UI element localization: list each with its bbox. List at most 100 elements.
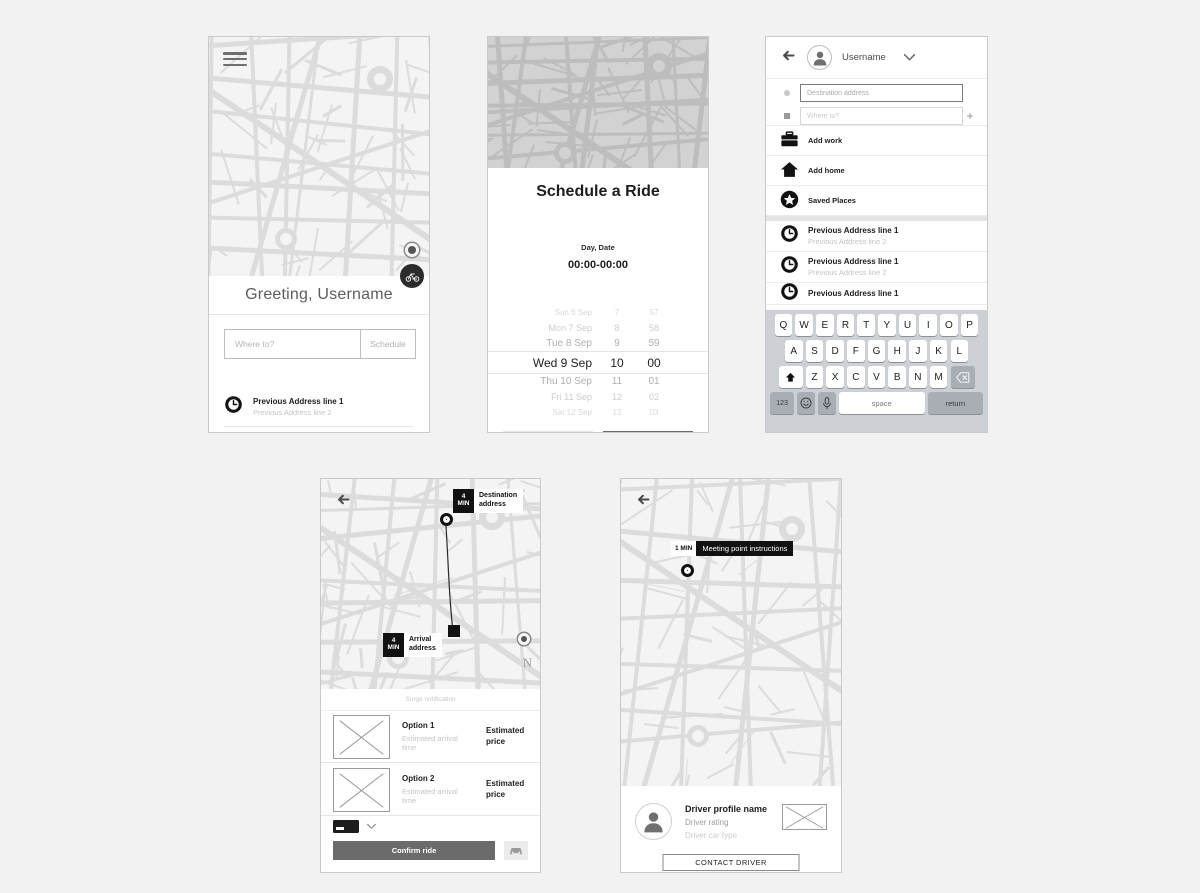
ride-option-row[interactable]: Option 1 Estimated arrival time Estimate… bbox=[321, 711, 540, 763]
space-key[interactable]: space bbox=[838, 392, 925, 414]
back-arrow-icon[interactable] bbox=[780, 48, 797, 68]
map-header-image bbox=[488, 37, 708, 168]
backspace-icon[interactable] bbox=[950, 366, 975, 388]
on-screen-keyboard[interactable]: Q W E R T Y U I O P A S D F G H J K L Z … bbox=[766, 310, 987, 432]
key-u[interactable]: U bbox=[898, 314, 917, 336]
hamburger-menu-icon[interactable] bbox=[223, 49, 247, 69]
list-item[interactable]: Previous Address line 1 Previous Address… bbox=[224, 387, 414, 427]
locate-me-icon[interactable] bbox=[516, 631, 531, 646]
keyboard-row-1: Q W E R T Y U I O P bbox=[766, 314, 987, 336]
list-item[interactable]: Previous Address line 1 bbox=[766, 283, 987, 305]
key-h[interactable]: H bbox=[888, 340, 906, 362]
datetime-picker[interactable]: Sun 6 Sep 7 57 Mon 7 Sep 8 58 Tue 8 Sep … bbox=[488, 305, 708, 417]
vehicle-placeholder-image bbox=[333, 714, 390, 759]
key-f[interactable]: F bbox=[847, 340, 865, 362]
picker-row[interactable]: Tue 8 Sep 9 59 bbox=[488, 336, 708, 351]
picker-hour: 12 bbox=[611, 392, 622, 403]
user-avatar-icon[interactable] bbox=[807, 45, 832, 70]
key-i[interactable]: I bbox=[919, 314, 937, 336]
key-a[interactable]: A bbox=[785, 340, 803, 362]
list-item[interactable]: Previous Address line 1 Previous Address… bbox=[766, 252, 987, 283]
option-subtitle: Estimated arrival time bbox=[402, 734, 458, 752]
return-key[interactable]: return bbox=[927, 392, 983, 414]
key-t[interactable]: T bbox=[857, 314, 875, 336]
cancel-button[interactable]: CANCEL bbox=[503, 431, 593, 432]
ride-option-row[interactable]: Option 2 Estimated arrival time Estimate… bbox=[321, 764, 540, 816]
destination-marker[interactable]: 4 MIN Destination address bbox=[453, 489, 524, 513]
circle-pin-icon[interactable] bbox=[681, 564, 694, 577]
address-inputs: Destination address + Where to? + bbox=[766, 79, 987, 126]
chevron-down-icon[interactable] bbox=[366, 817, 377, 835]
contact-driver-button[interactable]: CONTACT DRIVER bbox=[662, 854, 800, 871]
marker-label-line-2: address bbox=[409, 644, 436, 652]
key-r[interactable]: R bbox=[836, 314, 855, 336]
key-e[interactable]: E bbox=[816, 314, 834, 336]
key-g[interactable]: G bbox=[867, 340, 886, 362]
circle-pin-icon[interactable] bbox=[440, 513, 453, 526]
route-map[interactable]: 4 MIN Destination address 4 MIN Arrival … bbox=[321, 479, 540, 689]
picker-row[interactable]: Fri 11 Sep 12 02 bbox=[488, 390, 708, 405]
key-s[interactable]: S bbox=[805, 340, 824, 362]
shift-up-arrow-icon[interactable] bbox=[778, 366, 803, 388]
menu-item-add-home[interactable]: Add home bbox=[766, 156, 987, 186]
list-item[interactable]: Previous Address line 1 Previous Address… bbox=[224, 427, 414, 432]
whereto-input-row[interactable]: Where to? + bbox=[784, 107, 977, 125]
search-input[interactable]: Where to? bbox=[225, 330, 360, 358]
driver-info-card: Driver profile name Driver rating Driver… bbox=[621, 786, 841, 872]
schedule-button[interactable]: Schedule bbox=[360, 330, 415, 358]
key-p[interactable]: P bbox=[960, 314, 979, 336]
map-canvas[interactable] bbox=[209, 37, 429, 276]
key-o[interactable]: O bbox=[940, 314, 958, 336]
menu-item-add-work[interactable]: Add work bbox=[766, 126, 987, 156]
picker-row[interactable]: Mon 7 Sep 8 58 bbox=[488, 320, 708, 335]
payment-selector[interactable] bbox=[333, 817, 377, 835]
key-y[interactable]: Y bbox=[878, 314, 896, 336]
destination-input-row[interactable]: Destination address + bbox=[784, 84, 977, 102]
key-b[interactable]: B bbox=[888, 366, 906, 388]
picker-hour: 13 bbox=[612, 408, 622, 418]
key-j[interactable]: J bbox=[909, 340, 927, 362]
plus-icon[interactable]: + bbox=[963, 109, 977, 123]
emoji-smiley-icon[interactable] bbox=[797, 392, 815, 414]
time-range: 00:00-00:00 bbox=[568, 259, 628, 271]
key-l[interactable]: L bbox=[950, 340, 968, 362]
key-k[interactable]: K bbox=[929, 340, 948, 362]
continue-button[interactable]: CONTINUE bbox=[603, 431, 693, 432]
locate-me-icon[interactable] bbox=[404, 242, 420, 258]
key-m[interactable]: M bbox=[929, 366, 948, 388]
whereto-input[interactable]: Where to? bbox=[800, 107, 963, 125]
picker-day: Sun 6 Sep bbox=[554, 308, 592, 318]
map-canvas[interactable] bbox=[621, 479, 841, 786]
car-icon[interactable] bbox=[504, 841, 528, 860]
key-c[interactable]: C bbox=[847, 366, 865, 388]
list-item[interactable]: Previous Address line 1 Previous Address… bbox=[766, 221, 987, 252]
back-arrow-icon[interactable] bbox=[333, 489, 353, 509]
key-x[interactable]: X bbox=[826, 366, 844, 388]
key-q[interactable]: Q bbox=[774, 314, 793, 336]
destination-entry-screen: Username Destination address + Where to?… bbox=[765, 36, 988, 433]
menu-item-saved-places[interactable]: Saved Places bbox=[766, 186, 987, 216]
search-bar[interactable]: Where to? Schedule bbox=[224, 329, 416, 359]
key-z[interactable]: Z bbox=[805, 366, 824, 388]
picker-hour-selected: 10 bbox=[610, 355, 624, 370]
meeting-point-marker[interactable]: 1 MIN Meeting point instructions bbox=[671, 541, 794, 556]
picker-row[interactable]: Thu 10 Sep 11 01 bbox=[488, 374, 708, 389]
picker-row-selected[interactable]: Wed 9 Sep 10 00 bbox=[488, 351, 708, 375]
square-pin-icon[interactable] bbox=[448, 625, 460, 637]
numbers-key[interactable]: 123 bbox=[770, 392, 795, 414]
key-d[interactable]: D bbox=[826, 340, 844, 362]
confirm-ride-button[interactable]: Confirm ride bbox=[333, 841, 495, 860]
picker-row[interactable]: Sat 12 Sep 13 03 bbox=[488, 405, 708, 420]
meeting-point-map[interactable]: 1 MIN Meeting point instructions bbox=[621, 479, 841, 786]
arrival-marker[interactable]: 4 MIN Arrival address bbox=[383, 633, 442, 657]
key-w[interactable]: W bbox=[795, 314, 813, 336]
key-v[interactable]: V bbox=[867, 366, 886, 388]
home-map[interactable] bbox=[209, 37, 429, 288]
microphone-icon[interactable] bbox=[818, 392, 836, 414]
picker-row[interactable]: Sun 6 Sep 7 57 bbox=[488, 305, 708, 320]
key-n[interactable]: N bbox=[909, 366, 927, 388]
chevron-down-icon[interactable] bbox=[903, 49, 916, 67]
destination-input[interactable]: Destination address bbox=[800, 84, 963, 102]
eta-badge: 1 MIN bbox=[671, 541, 697, 556]
back-arrow-icon[interactable] bbox=[633, 489, 653, 509]
